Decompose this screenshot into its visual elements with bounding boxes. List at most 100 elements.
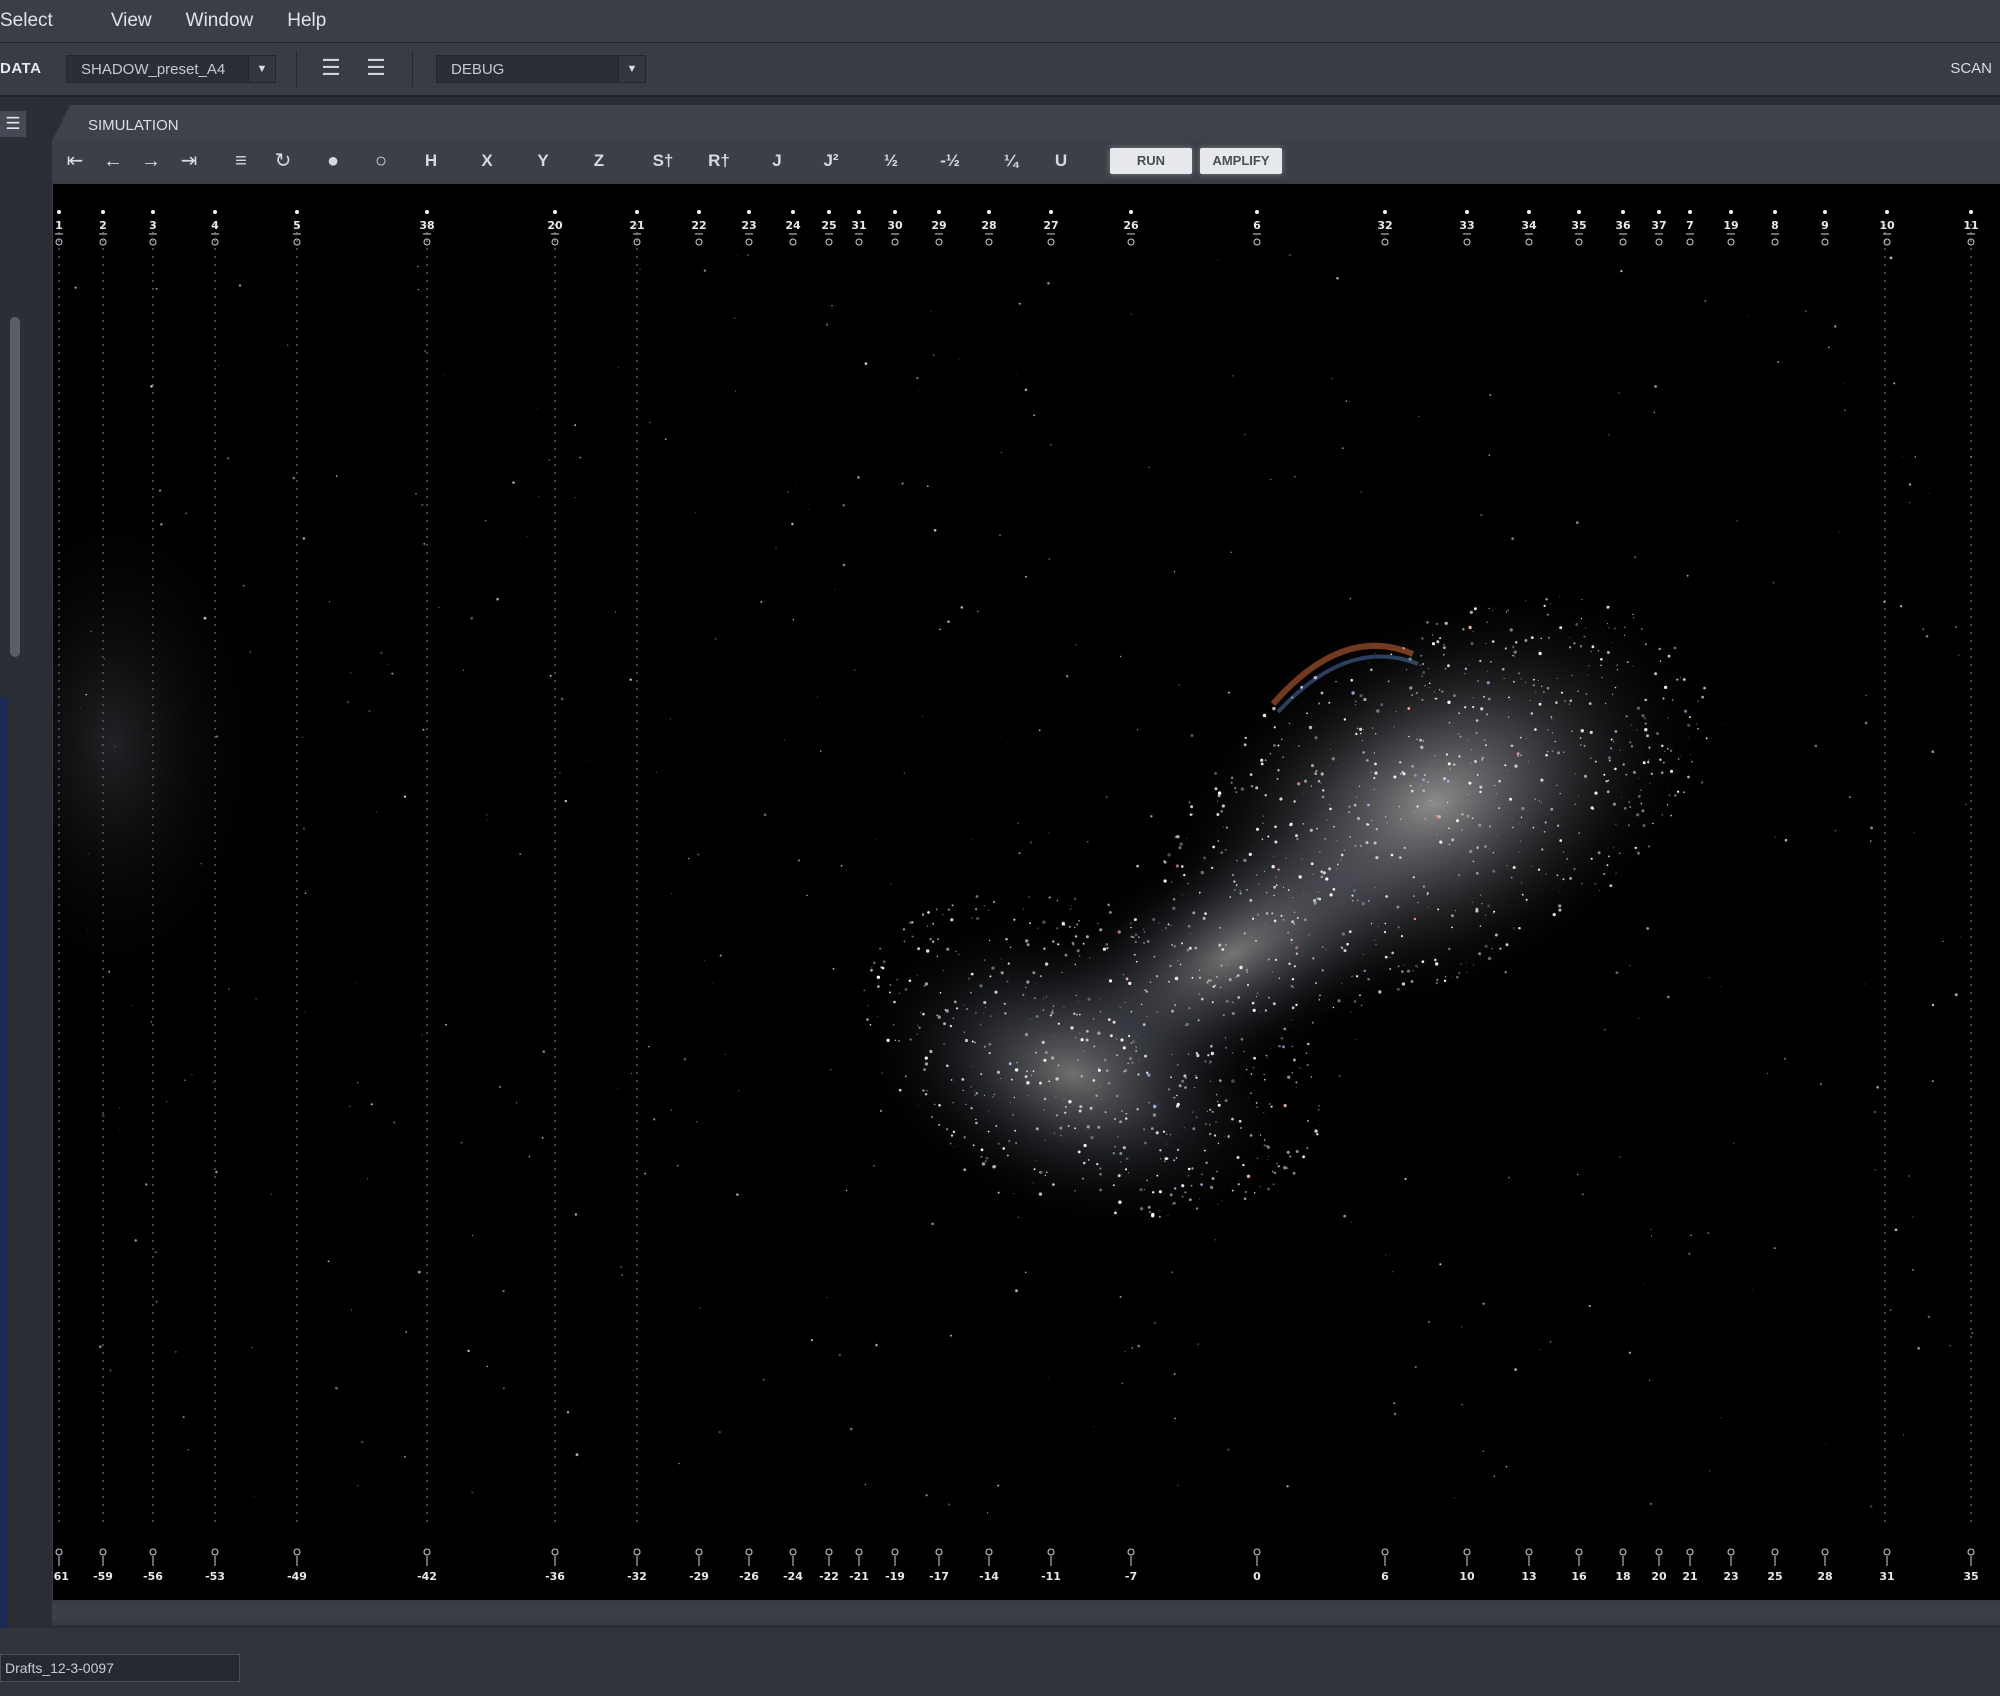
tick-dot <box>101 210 105 214</box>
tick-ring <box>1821 238 1829 246</box>
amplify-button[interactable]: AMPLIFY <box>1200 148 1282 174</box>
chevron-down-icon[interactable]: ▼ <box>618 56 645 82</box>
tick-ring <box>1771 1548 1779 1556</box>
gate-r-button[interactable]: R† <box>702 147 736 175</box>
menu-select[interactable]: Select <box>0 10 67 32</box>
tick-ring <box>985 238 993 246</box>
chevron-down-icon[interactable]: ▼ <box>248 56 275 82</box>
gate-half-button[interactable]: ½ <box>876 147 906 175</box>
divider <box>412 51 413 87</box>
tick-dot <box>635 210 639 214</box>
tab-simulation[interactable]: SIMULATION <box>66 110 208 140</box>
justify-lines-icon[interactable]: ☰ <box>363 57 389 79</box>
tick-dot <box>1255 210 1259 214</box>
tick-dot <box>1688 210 1692 214</box>
bottom-tick-label: 18 <box>1615 1570 1630 1583</box>
particle-visualization: 1 2 3 4 5 38 20 21 22 23 24 25 31 30 29 28 27 26 6 32 33 34 35… <box>53 210 1979 1583</box>
gate-x-button[interactable]: X <box>474 147 500 175</box>
bottom-tick-label: 16 <box>1571 1570 1587 1583</box>
skip-last-icon[interactable]: ⇥ <box>176 147 202 175</box>
bottom-tick-markers: -61 -59 -56 -53 -49 -42 -36 -32 -29 -26 -24 -22 -21 -… <box>53 1548 1979 1583</box>
filled-circle-icon[interactable]: ● <box>320 147 346 175</box>
top-tick-label: 33 <box>1459 219 1474 232</box>
gate-s-button[interactable]: S† <box>646 147 680 175</box>
gate-z-button[interactable]: Z <box>586 147 612 175</box>
gate-h-button[interactable]: H <box>418 147 444 175</box>
tick-ring <box>745 238 753 246</box>
top-tick-label: 27 <box>1043 219 1058 232</box>
gate-y-button[interactable]: Y <box>530 147 556 175</box>
bottom-tick-label: 35 <box>1963 1570 1978 1583</box>
top-tick-label: 38 <box>419 219 434 232</box>
preset-select[interactable]: SHADOW_preset_A4 ▼ <box>66 55 276 83</box>
tick-ring <box>1727 1548 1735 1556</box>
top-tick-label: 8 <box>1771 219 1779 232</box>
arrow-left-icon[interactable]: ← <box>100 147 126 175</box>
tick-ring <box>1047 238 1055 246</box>
bottom-tick-label: -42 <box>417 1570 437 1583</box>
refresh-icon[interactable]: ↻ <box>270 147 296 175</box>
menu-view[interactable]: View <box>67 10 166 32</box>
menu-window[interactable]: Window <box>166 10 268 32</box>
top-tick-label: 26 <box>1123 219 1139 232</box>
tick-dot <box>1773 210 1777 214</box>
tick-dot <box>1621 210 1625 214</box>
align-lines-icon[interactable]: ☰ <box>318 57 344 79</box>
arrow-right-icon[interactable]: → <box>138 147 164 175</box>
tick-ring <box>1686 1548 1694 1556</box>
tick-ring <box>935 238 943 246</box>
tick-ring <box>1575 1548 1583 1556</box>
tick-ring <box>855 238 863 246</box>
file-name-field[interactable]: Drafts_12-3-0097 <box>0 1654 240 1682</box>
tick-ring <box>745 1548 753 1556</box>
bottom-tick-label: -36 <box>545 1570 565 1583</box>
top-tick-label: 24 <box>785 219 801 232</box>
mode-select[interactable]: DEBUG ▼ <box>436 55 646 83</box>
tick-ring <box>789 238 797 246</box>
tick-dot <box>1969 210 1973 214</box>
bottom-tick-label: 10 <box>1459 1570 1475 1583</box>
gate-u-button[interactable]: U <box>1048 147 1074 175</box>
preset-value: SHADOW_preset_A4 <box>81 60 226 78</box>
tick-dot <box>697 210 701 214</box>
tick-ring <box>1686 238 1694 246</box>
tick-ring <box>935 1548 943 1556</box>
bottom-tick-label: 28 <box>1817 1570 1832 1583</box>
tick-dot <box>893 210 897 214</box>
menu-help[interactable]: Help <box>267 10 340 32</box>
tick-ring <box>1463 238 1471 246</box>
tick-ring <box>695 1548 703 1556</box>
simulation-viewport[interactable]: 1 2 3 4 5 38 20 21 22 23 24 25 31 30 29 28 27 26 6 32 33 34 35… <box>53 184 2000 1600</box>
gate-neg-half-button[interactable]: -½ <box>932 147 968 175</box>
run-button[interactable]: RUN <box>1110 148 1192 174</box>
gate-j-button[interactable]: J <box>764 147 790 175</box>
top-tick-label: 6 <box>1253 219 1261 232</box>
tick-ring <box>1883 1548 1891 1556</box>
horizontal-scrollbar[interactable] <box>52 1604 2000 1620</box>
top-tick-label: 36 <box>1615 219 1631 232</box>
tick-ring <box>1127 1548 1135 1556</box>
top-tick-label: 23 <box>741 219 756 232</box>
list-icon[interactable]: ≡ <box>228 147 254 175</box>
tick-dot <box>1885 210 1889 214</box>
vertical-scrollbar[interactable] <box>10 317 20 657</box>
gate-j2-button[interactable]: J² <box>816 147 846 175</box>
hollow-circle-icon[interactable]: ○ <box>368 147 394 175</box>
tick-dot <box>1383 210 1387 214</box>
tick-dot <box>295 210 299 214</box>
scan-button[interactable]: SCAN <box>1950 60 1992 77</box>
tick-ring <box>891 238 899 246</box>
top-tick-label: 1 <box>55 219 63 232</box>
gate-quarter-button[interactable]: ¼ <box>996 147 1026 175</box>
tick-dot <box>1577 210 1581 214</box>
tick-ring <box>825 238 833 246</box>
panel-tab-strip: SIMULATION <box>52 105 2000 141</box>
tick-ring <box>1381 1548 1389 1556</box>
hamburger-icon[interactable]: ☰ <box>0 111 26 137</box>
skip-first-icon[interactable]: ⇤ <box>62 147 88 175</box>
tick-dot <box>827 210 831 214</box>
top-tick-label: 37 <box>1651 219 1666 232</box>
bottom-tick-label: 0 <box>1253 1570 1261 1583</box>
top-tick-markers: 1 2 3 4 5 38 20 21 22 23 24 25 31 30 29 28 27 26 6 32 33 34 35… <box>55 210 1979 246</box>
bottom-tick-label: 25 <box>1767 1570 1782 1583</box>
